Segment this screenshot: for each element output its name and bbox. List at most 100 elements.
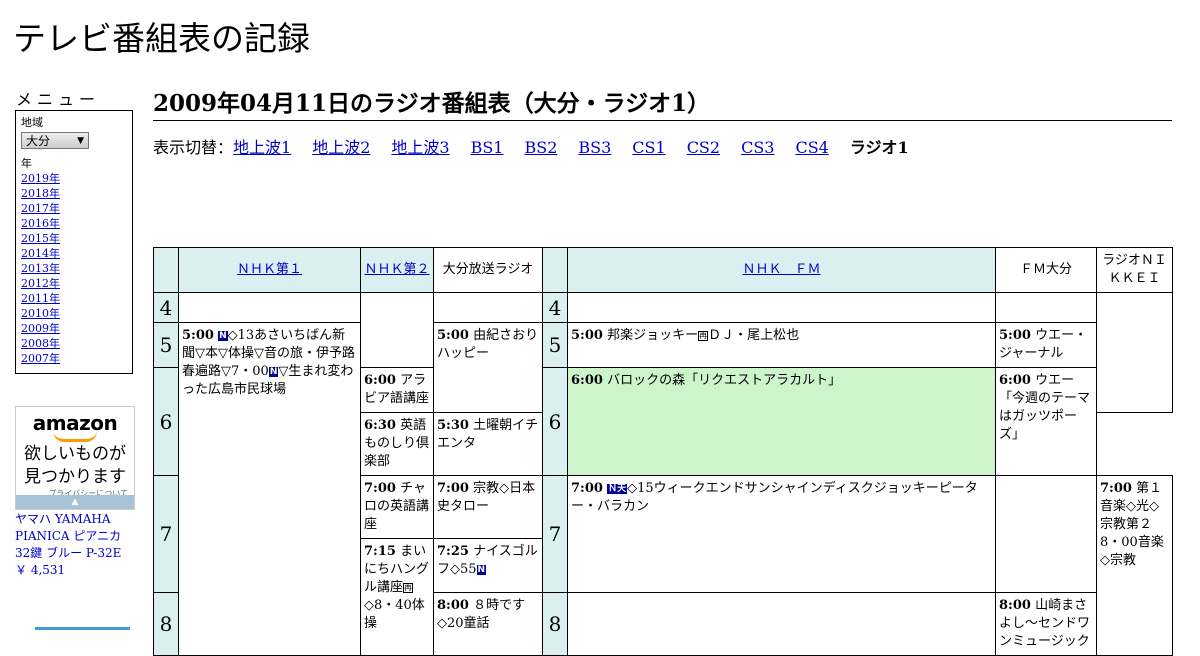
year-link-2013[interactable]: 2013年 (21, 261, 127, 276)
program-title: 邦楽ジョッキー (607, 328, 699, 343)
news-icon: N (476, 565, 487, 575)
channel-link-nhk1[interactable]: ＮＨＫ第１ (237, 262, 302, 277)
program-cell[interactable]: 5:00 邦楽ジョッキー再ＤＪ・尾上松也 (567, 322, 996, 368)
year-link-2017[interactable]: 2017年 (21, 201, 127, 216)
menu-box: 地域 大分 ▼ 年 2019年 2018年 2017年 2016年 2015年 … (15, 110, 133, 374)
program-cell[interactable]: 7:00 チャロの英語講座 (360, 475, 434, 539)
amazon-logo: amazon (32, 411, 118, 435)
year-list: 2019年 2018年 2017年 2016年 2015年 2014年 2013… (21, 171, 127, 366)
switch-link-terrestrial-2[interactable]: 地上波2 (312, 138, 370, 157)
program-cell[interactable]: 5:00 N◇13あさいちばん新聞▽本▽体操▽音の旅・伊予路春遍路▽7・00N▽… (178, 322, 361, 656)
program-cell[interactable]: 8:00 山崎まさよし～センドワンミュージック (995, 592, 1097, 656)
chevron-down-icon: ▼ (77, 136, 84, 146)
channel-link-nhk2[interactable]: ＮＨＫ第２ (364, 262, 429, 277)
ad-product-price: ￥ 4,531 (15, 563, 66, 577)
hour-label-4: 4 (153, 292, 179, 323)
hour-label-5: 5 (153, 322, 179, 368)
program-time: 7:00 (1100, 481, 1132, 496)
program-cell-empty (360, 292, 434, 368)
year-link-2010[interactable]: 2010年 (21, 306, 127, 321)
switch-link-cs1[interactable]: CS1 (632, 138, 665, 157)
news-icon: N (218, 331, 228, 341)
view-switcher: 表示切替：地上波1 地上波2 地上波3 BS1 BS2 BS3 CS1 CS2 CS3 CS4 ラジ… (153, 134, 909, 158)
program-time: 7:00 (364, 481, 396, 496)
hour-label-7-right: 7 (542, 475, 568, 593)
program-time: 7:00 (571, 481, 603, 496)
switch-link-bs1[interactable]: BS1 (471, 138, 504, 157)
program-cell[interactable]: 5:00 ウエー・ジャーナル (995, 322, 1097, 368)
program-cell[interactable]: 7:00 第１音楽◇光◇宗教第２8・00音楽◇宗教 (1096, 475, 1173, 656)
program-cell-empty (178, 292, 361, 323)
year-link-2008[interactable]: 2008年 (21, 336, 127, 351)
program-time: 8:00 (437, 598, 469, 613)
switcher-label: 表示切替： (153, 138, 234, 157)
year-link-2014[interactable]: 2014年 (21, 246, 127, 261)
switch-link-terrestrial-3[interactable]: 地上波3 (391, 138, 449, 157)
switch-link-bs3[interactable]: BS3 (578, 138, 611, 157)
program-time: 5:00 (571, 328, 603, 343)
switch-link-terrestrial-1[interactable]: 地上波1 (233, 138, 291, 157)
year-link-2019[interactable]: 2019年 (21, 171, 127, 186)
ad-product[interactable]: ヤマハ YAMAHA PIANICA ピアニカ 32鍵 ブルー P-32E ￥ … (15, 511, 140, 579)
region-select[interactable]: 大分 ▼ (21, 132, 89, 149)
page-heading: 2009年04月11日のラジオ番組表（大分・ラジオ1） (153, 84, 1172, 121)
channel-link-nhkfm[interactable]: ＮＨＫ ＦＭ (742, 262, 820, 277)
rebroadcast-icon: 再 (698, 331, 709, 341)
program-cell[interactable]: 7:15 まいにちハングル講座再◇8・40体操 (360, 538, 434, 656)
channel-header-nhk1: ＮＨＫ第１ (178, 247, 361, 293)
program-time: 6:00 (571, 373, 603, 388)
program-cell[interactable]: 5:30 土曜朝イチエンタ (433, 412, 543, 476)
year-label: 年 (21, 157, 32, 170)
hour-label-6: 6 (153, 367, 179, 476)
program-time: 6:00 (999, 373, 1031, 388)
program-cell-empty (995, 475, 1097, 593)
program-time: 8:00 (999, 598, 1031, 613)
program-cell[interactable]: 6:00 アラビア語講座 (360, 367, 434, 413)
program-time: 5:00 (182, 328, 214, 343)
year-link-2016[interactable]: 2016年 (21, 216, 127, 231)
program-cell-empty (433, 292, 543, 323)
program-title: バロックの森「リクエストアラカルト」 (607, 373, 842, 388)
program-cell[interactable]: 8:00 ８時です◇20童話 (433, 592, 543, 656)
channel-header-fmoita: ＦＭ大分 (995, 247, 1097, 293)
ad-tagline-2: 見つかります (24, 467, 126, 487)
year-link-2009[interactable]: 2009年 (21, 321, 127, 336)
year-link-2011[interactable]: 2011年 (21, 291, 127, 306)
ad-product-name[interactable]: ヤマハ YAMAHA PIANICA ピアニカ 32鍵 ブルー P-32E (15, 511, 140, 562)
chevron-up-icon: ▲ (71, 497, 79, 507)
year-link-2015[interactable]: 2015年 (21, 231, 127, 246)
program-cell-highlighted[interactable]: 6:00 バロックの森「リクエストアラカルト」 (567, 367, 996, 476)
hour-label-7: 7 (153, 475, 179, 593)
program-cell-empty (567, 292, 996, 323)
schedule-table: ＮＨＫ第１ ＮＨＫ第２ 大分放送ラジオ ＮＨＫ ＦＭ ＦＭ大分 ラジオＮＩＫＫＥ… (153, 247, 1173, 656)
switch-link-cs3[interactable]: CS3 (741, 138, 774, 157)
year-link-2007[interactable]: 2007年 (21, 351, 127, 366)
switch-current-radio-1: ラジオ1 (849, 138, 909, 157)
amazon-ad[interactable]: amazon 欲しいものが 見つかります プライバシーについて ▲ (15, 406, 135, 510)
program-cell[interactable]: 7:00 宗教◇日本史タロー (433, 475, 543, 539)
program-cell[interactable]: 6:00 ウエー「今週のテーマはガッツポーズ」 (995, 367, 1097, 476)
hour-label-6-right: 6 (542, 367, 568, 476)
program-time: 6:30 (364, 418, 396, 433)
program-cell-empty (567, 592, 996, 656)
program-title-cont: ◇8・40体操 (364, 598, 425, 631)
switch-link-bs2[interactable]: BS2 (524, 138, 557, 157)
year-link-2018[interactable]: 2018年 (21, 186, 127, 201)
channel-header-obs: 大分放送ラジオ (433, 247, 543, 293)
program-cell[interactable]: 5:00 由紀さおりハッピー (433, 322, 543, 413)
program-time: 7:00 (437, 481, 469, 496)
switch-link-cs2[interactable]: CS2 (687, 138, 720, 157)
hour-label-4-right: 4 (542, 292, 568, 323)
year-link-2012[interactable]: 2012年 (21, 276, 127, 291)
program-cell[interactable]: 7:00 Ｎ天◇15ウィークエンドサンシャインディスクジョッキーピーター・バラカ… (567, 475, 996, 593)
switch-link-cs4[interactable]: CS4 (795, 138, 828, 157)
region-select-value: 大分 (26, 134, 51, 148)
region-label: 地域 (21, 116, 43, 129)
program-cell[interactable]: 7:25 ナイスゴルフ◇55N (433, 538, 543, 593)
ad-expand-bar[interactable]: ▲ (16, 495, 134, 509)
program-cell[interactable]: 6:30 英語ものしり倶楽部 (360, 412, 434, 476)
menu-title: メニュー (16, 90, 101, 109)
hour-label-8: 8 (153, 592, 179, 656)
program-title-cont: ＤＪ・尾上松也 (708, 328, 800, 343)
channel-header-nhkfm: ＮＨＫ ＦＭ (567, 247, 996, 293)
